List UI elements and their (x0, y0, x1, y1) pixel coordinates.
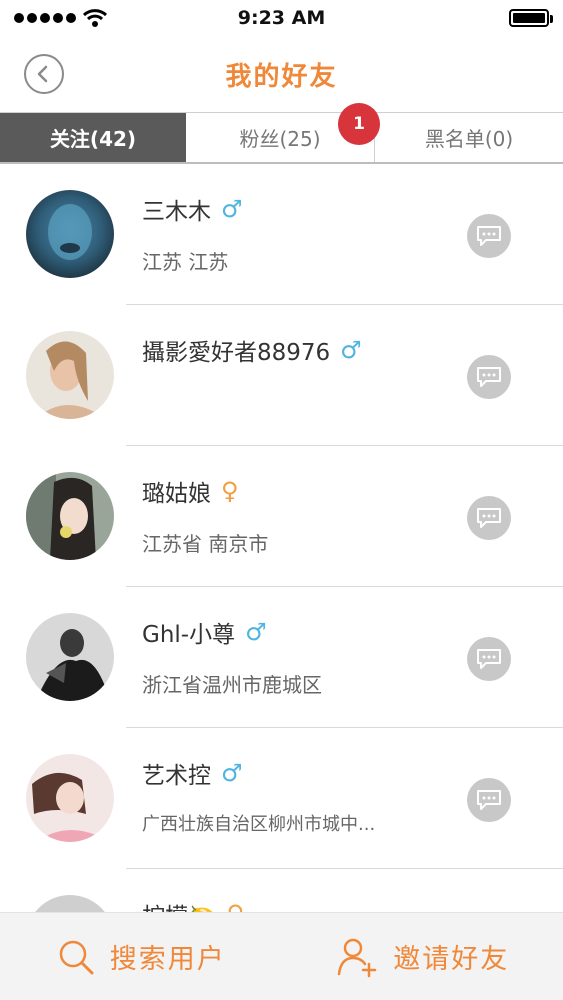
bottom-action-bar: 搜索用户 邀请好友 (0, 912, 563, 1000)
notification-badge: 1 (338, 103, 380, 145)
list-item[interactable]: Ghl-小尊 ♂ 浙江省温州市鹿城区 (0, 587, 563, 728)
list-item[interactable]: 璐姑娘 ♀ 江苏省 南京市 (0, 446, 563, 587)
female-gender-icon: ♀ (221, 477, 239, 505)
contact-name: 三木木 (142, 199, 211, 225)
status-time: 9:23 AM (237, 7, 326, 29)
tab-bar: 关注(42) 粉丝(25) 黑名单(0) (0, 112, 563, 164)
male-gender-icon: ♂ (340, 336, 362, 364)
contact-list: 三木木 ♂ 江苏 江苏 攝影愛好者88976 ♂ 璐姑娘 ♀ 江苏省 南京市 G… (0, 164, 563, 912)
chat-bubble-icon (477, 790, 501, 810)
avatar[interactable] (26, 331, 114, 419)
male-gender-icon: ♂ (245, 618, 267, 646)
list-item[interactable]: 柠檬🍋 ♀ (0, 869, 563, 912)
chat-bubble-icon (477, 367, 501, 387)
invite-friends-button[interactable]: 邀请好友 (282, 913, 563, 1000)
chat-button[interactable] (467, 214, 511, 258)
avatar[interactable] (26, 613, 114, 701)
chat-bubble-icon (477, 226, 501, 246)
contact-name: 柠檬🍋 (142, 897, 217, 912)
page-title: 我的好友 (225, 62, 338, 92)
search-icon (59, 940, 94, 974)
chat-button[interactable] (467, 355, 511, 399)
contact-region: 广西壮族自治区柳州市城中... (142, 814, 376, 835)
contact-name: 艺术控 (142, 763, 211, 789)
female-gender-icon: ♀ (227, 900, 245, 912)
avatar[interactable] (26, 754, 114, 842)
chat-button[interactable] (467, 778, 511, 822)
list-item[interactable]: 三木木 ♂ 江苏 江苏 (0, 164, 563, 305)
nav-header: 我的好友 (0, 36, 563, 112)
status-bar: 9:23 AM (0, 0, 563, 36)
male-gender-icon: ♂ (221, 759, 243, 787)
invite-friends-label: 邀请好友 (393, 944, 510, 975)
contact-region: 江苏省 南京市 (142, 532, 269, 556)
avatar[interactable] (26, 472, 114, 560)
avatar[interactable] (26, 895, 114, 912)
add-user-icon (338, 938, 377, 977)
search-users-button[interactable]: 搜索用户 (0, 913, 282, 1000)
male-gender-icon: ♂ (221, 195, 243, 223)
battery-icon (509, 9, 553, 27)
tab-blacklist[interactable]: 黑名单(0) (375, 113, 563, 162)
chat-button[interactable] (467, 496, 511, 540)
search-users-label: 搜索用户 (109, 944, 226, 975)
list-item[interactable]: 攝影愛好者88976 ♂ (0, 305, 563, 446)
list-item[interactable]: 艺术控 ♂ 广西壮族自治区柳州市城中... (0, 728, 563, 869)
contact-region: 浙江省温州市鹿城区 (142, 673, 322, 697)
tab-following[interactable]: 关注(42) (0, 113, 186, 162)
contact-region: 江苏 江苏 (142, 250, 229, 274)
chat-bubble-icon (477, 508, 501, 528)
contact-name: 璐姑娘 (142, 481, 211, 507)
contact-name: Ghl-小尊 (142, 622, 236, 648)
avatar[interactable] (26, 190, 114, 278)
chat-bubble-icon (477, 649, 501, 669)
chat-button[interactable] (467, 637, 511, 681)
contact-name: 攝影愛好者88976 (142, 340, 331, 366)
